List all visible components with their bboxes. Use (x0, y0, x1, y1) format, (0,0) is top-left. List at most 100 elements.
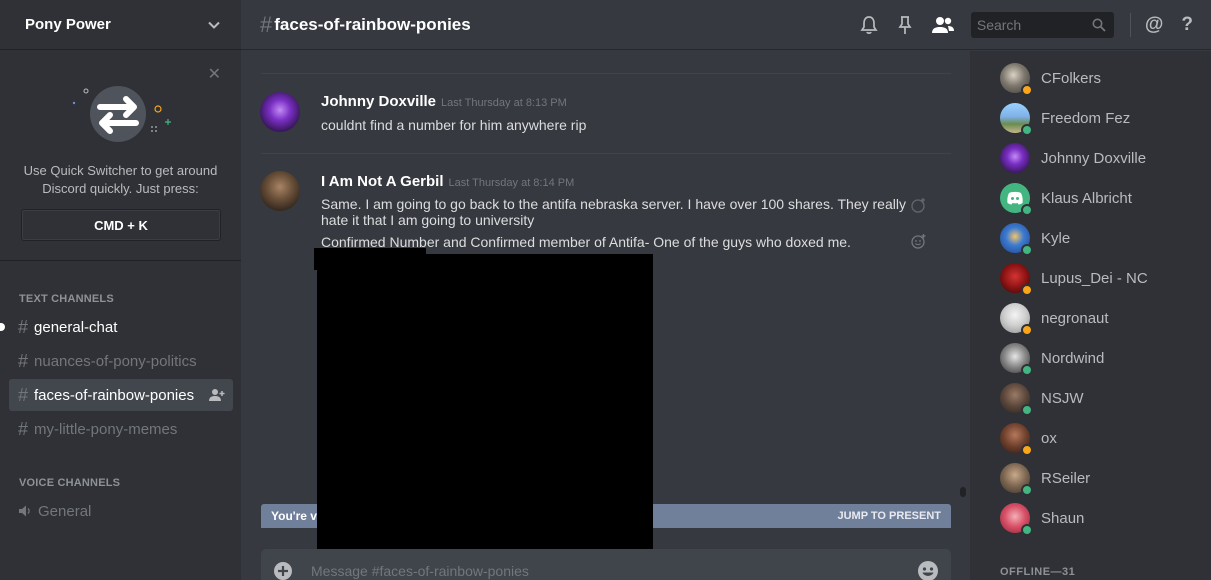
invite-user-icon[interactable] (209, 388, 225, 402)
voice-channels-category[interactable]: VOICE CHANNELS (19, 477, 120, 489)
bell-icon[interactable] (859, 15, 879, 35)
attach-plus-icon[interactable] (273, 561, 293, 580)
member-item[interactable]: Shaun (1000, 498, 1084, 538)
member-item[interactable]: Klaus Albricht (1000, 178, 1132, 218)
channel-label: general-chat (34, 318, 118, 336)
scrollbar-thumb[interactable] (960, 487, 966, 497)
close-icon[interactable]: ✕ (208, 67, 221, 83)
channel-nuances-of-pony-politics[interactable]: # nuances-of-pony-politics (9, 345, 233, 377)
add-reaction-icon[interactable] (911, 197, 927, 213)
mentions-icon[interactable]: @ (1145, 14, 1164, 36)
avatar (1000, 63, 1033, 96)
idle-status-icon (1021, 444, 1033, 456)
hash-icon: # (18, 384, 29, 405)
message-divider (261, 73, 951, 74)
pin-icon[interactable] (895, 15, 915, 35)
message-author[interactable]: I Am Not A Gerbil Last Thursday at 8:14 P… (321, 173, 574, 190)
avatar (1000, 303, 1033, 336)
shortcut-key-button[interactable]: CMD + K (21, 209, 221, 241)
member-name: negronaut (1041, 309, 1109, 327)
channel-sidebar: Pony Power ✕ Use Quick Switcher to get a… (0, 0, 241, 580)
member-item[interactable]: CFolkers (1000, 58, 1101, 98)
member-item[interactable]: ox (1000, 418, 1057, 458)
search-icon (1092, 18, 1106, 32)
text-channels-category[interactable]: TEXT CHANNELS (19, 293, 114, 305)
message-timestamp: Last Thursday at 8:14 PM (448, 177, 575, 189)
speaker-icon (19, 505, 30, 517)
jump-to-present-button[interactable]: JUMP TO PRESENT (837, 510, 941, 522)
server-header[interactable]: Pony Power (0, 0, 241, 50)
voice-channel-general[interactable]: General (9, 495, 233, 527)
online-status-icon (1021, 364, 1033, 376)
avatar (1000, 503, 1033, 536)
server-name: Pony Power (25, 16, 111, 33)
online-status-icon (1021, 524, 1033, 536)
online-status-icon (1021, 124, 1033, 136)
member-name: Johnny Doxville (1041, 149, 1147, 167)
member-item[interactable]: Johnny Doxville (1000, 138, 1146, 178)
member-item[interactable]: Freedom Fez (1000, 98, 1130, 138)
add-reaction-icon[interactable] (911, 233, 927, 249)
quick-switcher-icon (72, 86, 171, 142)
message-text: hate it that I am going to university (321, 212, 535, 228)
member-list-icon[interactable] (931, 15, 955, 35)
member-name: Nordwind (1041, 349, 1105, 367)
channel-label: my-little-pony-memes (34, 420, 178, 438)
hash-icon: # (18, 350, 29, 371)
offline-category: OFFLINE—31 (1000, 566, 1076, 578)
member-item[interactable]: negronaut (1000, 298, 1109, 338)
scrollbar[interactable] (957, 51, 969, 580)
hash-icon: # (260, 11, 273, 37)
channel-general-chat[interactable]: # general-chat (9, 311, 233, 343)
member-item[interactable]: RSeiler (1000, 458, 1090, 498)
online-status-icon (1021, 484, 1033, 496)
member-name: RSeiler (1041, 469, 1091, 487)
member-item[interactable]: Kyle (1000, 218, 1070, 258)
avatar (1000, 143, 1030, 173)
member-name: Kyle (1041, 229, 1071, 247)
idle-status-icon (1021, 324, 1033, 336)
discord-default-avatar (1000, 183, 1033, 216)
quick-switcher-text: Use Quick Switcher to get around Discord… (23, 163, 218, 196)
member-list: CFolkers Freedom Fez Johnny Doxville Kla… (970, 51, 1211, 580)
message-author[interactable]: Johnny Doxville Last Thursday at 8:13 PM (321, 93, 567, 110)
avatar (1000, 383, 1033, 416)
online-status-icon (1021, 244, 1033, 256)
new-messages-text: You're v (271, 509, 317, 523)
message-composer[interactable]: Message #faces-of-rainbow-ponies (261, 549, 951, 580)
search-input[interactable]: Search (970, 12, 1114, 38)
channel-label: nuances-of-pony-politics (34, 352, 197, 370)
message-text: couldnt find a number for him anywhere r… (321, 117, 587, 133)
member-item[interactable]: Lupus_Dei - NC (1000, 258, 1148, 298)
message-divider (261, 153, 951, 154)
member-item[interactable]: Nordwind (1000, 338, 1104, 378)
emoji-icon[interactable] (917, 560, 939, 580)
channel-faces-of-rainbow-ponies[interactable]: # faces-of-rainbow-ponies (9, 379, 233, 411)
avatar (1000, 103, 1033, 136)
avatar[interactable] (260, 171, 300, 211)
member-item[interactable]: NSJW (1000, 378, 1084, 418)
channel-label: General (38, 502, 92, 520)
avatar (1000, 463, 1033, 496)
channel-label: faces-of-rainbow-ponies (34, 386, 195, 404)
member-name: CFolkers (1041, 69, 1102, 87)
channel-my-little-pony-memes[interactable]: # my-little-pony-memes (9, 413, 233, 445)
message-timestamp: Last Thursday at 8:13 PM (441, 97, 567, 109)
avatar[interactable] (260, 92, 300, 132)
quick-switcher-promo: ✕ Use Quick Switcher to get around Disco… (0, 51, 241, 261)
discord-app: Pony Power ✕ Use Quick Switcher to get a… (0, 0, 1211, 580)
avatar (1000, 423, 1033, 456)
member-name: Lupus_Dei - NC (1041, 269, 1148, 287)
message-input[interactable]: Message #faces-of-rainbow-ponies (311, 563, 529, 579)
avatar (1000, 223, 1033, 256)
avatar (1000, 263, 1033, 296)
toolbar-divider (1129, 13, 1131, 37)
idle-status-icon (1021, 84, 1033, 96)
chevron-down-icon (208, 21, 220, 29)
help-icon[interactable]: ? (1181, 14, 1193, 36)
channel-header: # faces-of-rainbow-ponies Search @ ? (241, 0, 1211, 50)
header-toolbar: Search @ ? (859, 0, 1211, 50)
member-name: ox (1041, 429, 1057, 447)
online-status-icon (1021, 204, 1033, 216)
avatar (1000, 343, 1033, 376)
